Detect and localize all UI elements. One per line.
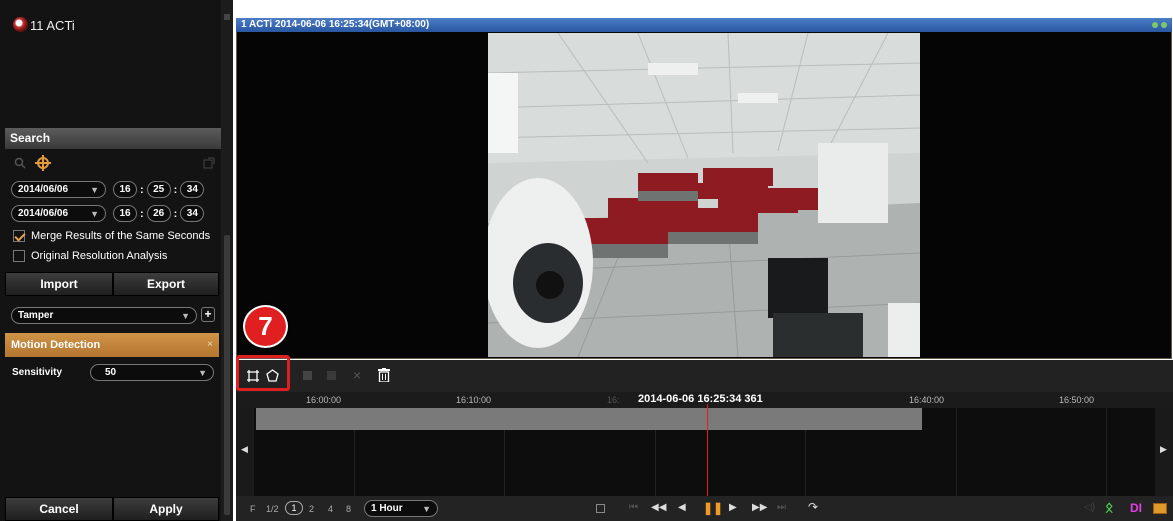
checkbox-icon[interactable] xyxy=(13,250,25,263)
checkbox-checked-icon[interactable] xyxy=(13,230,25,243)
start-date-value: 2014/06/06 xyxy=(18,184,69,195)
export-button[interactable]: Export xyxy=(113,272,219,296)
start-date-select[interactable]: 2014/06/06 ▼ xyxy=(11,181,106,198)
sensitivity-select[interactable]: 50 ▼ xyxy=(90,364,214,381)
event-type-value: Tamper xyxy=(18,310,54,321)
do-icon[interactable] xyxy=(1153,503,1167,514)
original-resolution-label: Original Resolution Analysis xyxy=(31,250,168,262)
panel-scrollbar[interactable] xyxy=(221,0,233,521)
speed-8x[interactable]: 8 xyxy=(346,504,351,514)
scrollbar-thumb[interactable] xyxy=(224,235,230,515)
timeline-tick: 16:10:00 xyxy=(456,395,492,405)
event-type-select[interactable]: Tamper ▼ xyxy=(11,307,197,324)
start-hour[interactable]: 16 xyxy=(113,181,137,198)
highlight-box xyxy=(236,355,290,391)
end-time-field[interactable]: 16: 26: 34 xyxy=(113,205,205,222)
end-date-select[interactable]: 2014/06/06 ▼ xyxy=(11,205,106,222)
close-icon[interactable]: × xyxy=(353,367,361,383)
sensitivity-label: Sensitivity xyxy=(12,367,63,378)
playhead[interactable] xyxy=(707,404,708,496)
start-second[interactable]: 34 xyxy=(180,181,205,198)
merge-results-label: Merge Results of the Same Seconds xyxy=(31,230,211,242)
speed-normal[interactable]: 1 xyxy=(285,501,303,515)
status-light-icon xyxy=(1161,22,1167,28)
jump-start-icon[interactable]: ⏮ xyxy=(629,502,638,513)
search-header: Search xyxy=(5,128,221,149)
loop-icon[interactable]: ↷ xyxy=(808,500,818,514)
sensitivity-value: 50 xyxy=(105,367,117,378)
speed-half[interactable]: 1/2 xyxy=(266,504,279,514)
camera-icon xyxy=(13,17,28,32)
end-minute[interactable]: 26 xyxy=(146,205,171,222)
timeline-right-arrow[interactable]: ▶ xyxy=(1155,408,1173,496)
timeline-tick: 16:50:00 xyxy=(1059,395,1095,405)
motion-detection-label: Motion Detection xyxy=(11,339,101,351)
range-value: 1 Hour xyxy=(371,503,403,514)
timeline-tick: 16:00:00 xyxy=(306,395,342,405)
callout-badge: 7 xyxy=(243,305,288,348)
chevron-down-icon: ▼ xyxy=(181,310,190,321)
pause-icon[interactable]: ❚❚ xyxy=(703,501,723,515)
scroll-up-icon[interactable] xyxy=(224,14,230,20)
timeline-tick: 16:40:00 xyxy=(909,395,945,405)
device-label[interactable]: 11 ACTi xyxy=(30,18,75,33)
search-panel: 11 ACTi Search 2014/06/06 ▼ 16: 25: 34 2… xyxy=(0,0,221,521)
jump-end-icon[interactable]: ⏭ xyxy=(777,502,786,513)
motion-person-icon[interactable]: ᛟ xyxy=(1105,499,1113,515)
recording-segment[interactable] xyxy=(256,408,922,430)
status-light-icon xyxy=(1152,22,1158,28)
cancel-button[interactable]: Cancel xyxy=(5,497,113,521)
speed-2x[interactable]: 2 xyxy=(309,504,314,514)
end-hour[interactable]: 16 xyxy=(113,205,137,222)
camera-image xyxy=(488,33,920,357)
end-date-value: 2014/06/06 xyxy=(18,208,69,219)
crosshair-icon[interactable] xyxy=(35,155,51,171)
video-title: 1 ACTi 2014-06-06 16:25:34(GMT+08:00) xyxy=(241,19,430,30)
import-button[interactable]: Import xyxy=(5,272,113,296)
fast-forward-icon[interactable]: ▶▶ xyxy=(752,502,767,513)
timeline-tick: 16: xyxy=(607,395,620,405)
step-forward-icon[interactable]: ▶ xyxy=(729,502,737,513)
roi-toolbar: × xyxy=(236,360,1173,392)
rewind-icon[interactable]: ◀◀ xyxy=(651,502,666,513)
add-icon[interactable]: + xyxy=(201,307,215,322)
playback-bar: F 1/2 1 2 4 8 1 Hour ▼ ⏮ ◀◀ ◀ ❚❚ ▶ ▶▶ ⏭ … xyxy=(236,496,1173,521)
chevron-down-icon: ▼ xyxy=(90,208,99,219)
current-time-label: 2014-06-06 16:25:34 361 xyxy=(638,393,763,405)
speed-frame[interactable]: F xyxy=(250,504,256,514)
timeline-left-arrow[interactable]: ◀ xyxy=(236,408,254,496)
original-resolution-option[interactable]: Original Resolution Analysis xyxy=(13,250,168,263)
apply-button[interactable]: Apply xyxy=(113,497,219,521)
step-back-icon[interactable]: ◀ xyxy=(678,502,686,513)
timeline-ruler[interactable]: 16:00:00 16:10:00 16: 16:40:00 16:50:00 … xyxy=(236,392,1173,408)
close-icon[interactable]: × xyxy=(207,339,213,351)
merge-results-option[interactable]: Merge Results of the Same Seconds xyxy=(13,230,211,243)
trash-icon[interactable] xyxy=(378,368,390,382)
start-time-field[interactable]: 16: 25: 34 xyxy=(113,181,205,198)
search-icon[interactable] xyxy=(14,157,26,169)
end-second[interactable]: 34 xyxy=(180,205,205,222)
copy-icon[interactable] xyxy=(303,371,312,380)
start-minute[interactable]: 25 xyxy=(146,181,171,198)
speed-4x[interactable]: 4 xyxy=(328,504,333,514)
audio-icon[interactable]: ◁) xyxy=(1084,502,1095,513)
motion-detection-item[interactable]: Motion Detection × xyxy=(5,333,219,357)
popout-icon[interactable] xyxy=(203,157,215,169)
paste-icon[interactable] xyxy=(327,371,336,380)
range-select[interactable]: 1 Hour ▼ xyxy=(364,500,438,517)
chevron-down-icon: ▼ xyxy=(422,503,431,514)
calendar-icon[interactable] xyxy=(596,504,605,513)
digital-input-label[interactable]: DI xyxy=(1130,501,1142,515)
chevron-down-icon: ▼ xyxy=(90,184,99,195)
video-title-bar: 1 ACTi 2014-06-06 16:25:34(GMT+08:00) xyxy=(236,18,1172,32)
chevron-down-icon: ▼ xyxy=(198,367,207,378)
